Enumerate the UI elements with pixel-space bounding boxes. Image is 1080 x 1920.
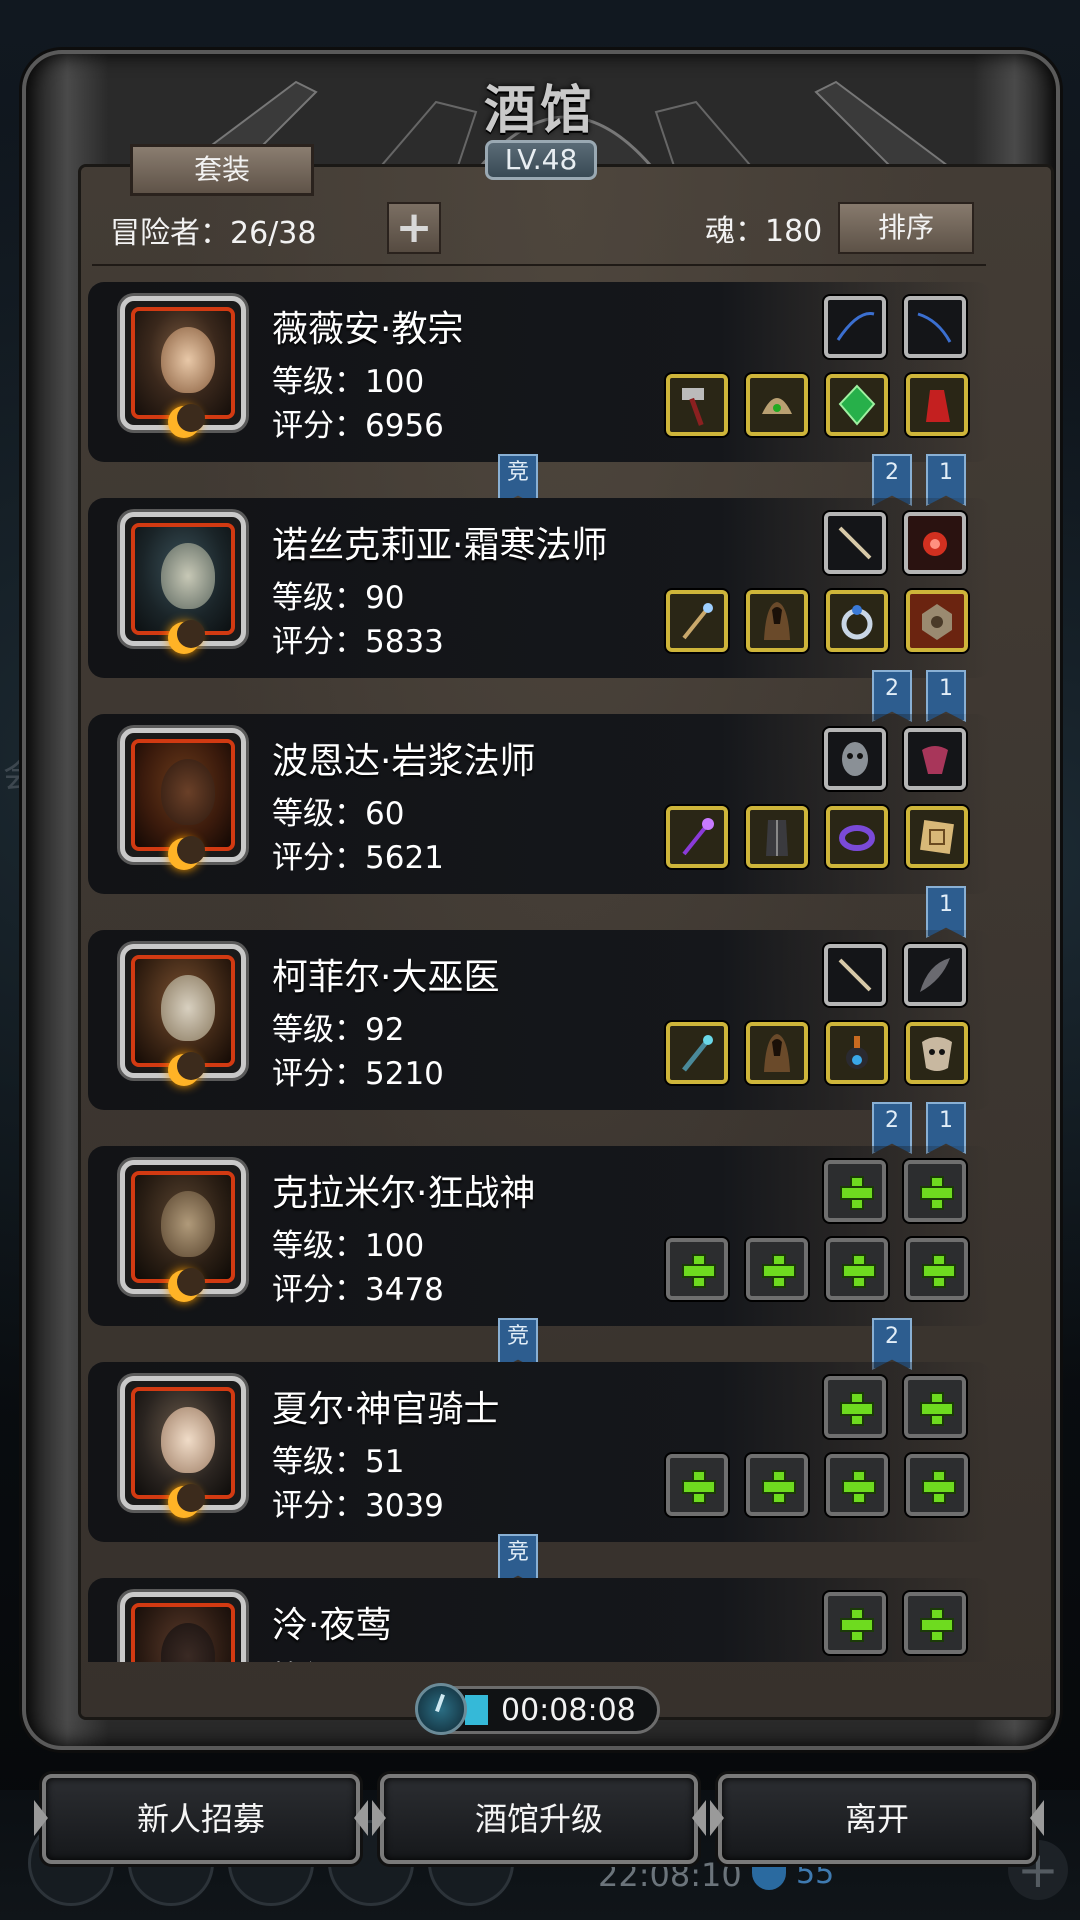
empty-slot-add-icon[interactable] bbox=[746, 1238, 808, 1300]
empty-slot-add-icon[interactable] bbox=[906, 1454, 968, 1516]
hero-list[interactable]: 薇薇安·教宗 等级：100 评分：6956 竞 2 1 诺丝克莉亚·霜寒法师 等… bbox=[88, 282, 992, 1662]
bow-icon[interactable] bbox=[824, 512, 886, 574]
hero-face-icon bbox=[161, 1407, 215, 1473]
hero-row[interactable]: 薇薇安·教宗 等级：100 评分：6956 bbox=[88, 282, 992, 462]
moon-icon bbox=[168, 836, 205, 870]
bow-icon[interactable] bbox=[824, 944, 886, 1006]
empty-slot-add-icon[interactable] bbox=[824, 1592, 886, 1654]
empty-slot-add-icon[interactable] bbox=[904, 1376, 966, 1438]
moon-icon bbox=[168, 620, 205, 654]
window-title: 酒馆 bbox=[483, 80, 596, 141]
hero-face-icon bbox=[161, 1191, 215, 1257]
hero-face-icon bbox=[161, 1623, 215, 1662]
hero-row[interactable]: 克拉米尔·狂战神 等级：100 评分：3478 bbox=[88, 1146, 992, 1326]
hero-level: 等级：92 bbox=[272, 1012, 405, 1048]
amulet-icon[interactable] bbox=[904, 728, 966, 790]
hero-score: 评分：5833 bbox=[272, 624, 444, 660]
hero-portrait[interactable] bbox=[120, 1592, 246, 1662]
timer-progress-fill bbox=[465, 1695, 488, 1725]
hero-name: 薇薇安·教宗 bbox=[272, 309, 464, 350]
hero-row[interactable]: 夏尔·神官骑士 等级：51 评分：3039 bbox=[88, 1362, 992, 1542]
helmet-icon[interactable] bbox=[746, 374, 808, 436]
empty-slot-add-icon[interactable] bbox=[824, 1376, 886, 1438]
mask-icon[interactable] bbox=[906, 1022, 968, 1084]
hero-face-icon bbox=[161, 543, 215, 609]
ring-icon[interactable] bbox=[826, 806, 888, 868]
hero-score: 评分：6956 bbox=[272, 408, 444, 444]
hero-row[interactable]: 波恩达·岩浆法师 等级：60 评分：5621 bbox=[88, 714, 992, 894]
hero-name: 泠·夜莺 bbox=[272, 1605, 392, 1646]
leave-button[interactable]: 离开 bbox=[718, 1774, 1036, 1864]
moon-icon bbox=[168, 1052, 205, 1086]
staff-icon[interactable] bbox=[666, 1022, 728, 1084]
empty-slot-add-icon[interactable] bbox=[826, 1238, 888, 1300]
hero-score: 评分：3478 bbox=[272, 1272, 444, 1308]
hero-score: 评分：5621 bbox=[272, 840, 444, 876]
moon-icon bbox=[168, 1484, 205, 1518]
hero-level: 等级：51 bbox=[272, 1444, 405, 1480]
shield-icon[interactable] bbox=[906, 590, 968, 652]
set-button[interactable]: 套装 bbox=[130, 144, 314, 196]
soul-count: 魂：180 bbox=[705, 214, 823, 249]
scroll-icon[interactable] bbox=[906, 806, 968, 868]
hero-score: 评分：5210 bbox=[272, 1056, 444, 1092]
recruit-button[interactable]: 新人招募 bbox=[42, 1774, 360, 1864]
potion-icon[interactable] bbox=[826, 1022, 888, 1084]
empty-slot-add-icon[interactable] bbox=[904, 1592, 966, 1654]
hero-row[interactable]: 柯菲尔·大巫医 等级：92 评分：5210 bbox=[88, 930, 992, 1110]
upgrade-tavern-button[interactable]: 酒馆升级 bbox=[380, 1774, 698, 1864]
hero-level: 等级：90 bbox=[272, 580, 405, 616]
bow-icon[interactable] bbox=[824, 296, 886, 358]
timer-value: 00:08:08 bbox=[501, 1693, 636, 1728]
empty-slot-add-icon[interactable] bbox=[824, 1160, 886, 1222]
moon-icon bbox=[168, 404, 205, 438]
refresh-timer: 00:08:08 bbox=[415, 1683, 660, 1735]
feather-icon[interactable] bbox=[904, 944, 966, 1006]
empty-slot-add-icon[interactable] bbox=[666, 1454, 728, 1516]
hero-level: 等级：100 bbox=[272, 364, 425, 400]
robe-icon[interactable] bbox=[746, 1022, 808, 1084]
hero-level: 等级： bbox=[272, 1652, 365, 1662]
hero-name: 诺丝克莉亚·霜寒法师 bbox=[272, 525, 608, 566]
header-divider bbox=[92, 264, 986, 266]
empty-slot-add-icon[interactable] bbox=[666, 1238, 728, 1300]
amulet-icon[interactable] bbox=[904, 512, 966, 574]
hero-face-icon bbox=[161, 975, 215, 1041]
hero-name: 夏尔·神官骑士 bbox=[272, 1389, 500, 1430]
hero-score: 评分：3039 bbox=[272, 1488, 444, 1524]
empty-slot-add-icon[interactable] bbox=[826, 1454, 888, 1516]
robe-icon[interactable] bbox=[906, 374, 968, 436]
tavern-level-badge: LV.48 bbox=[485, 140, 597, 180]
staff-icon[interactable] bbox=[666, 806, 728, 868]
add-adventurer-button[interactable]: + bbox=[387, 202, 441, 254]
empty-slot-add-icon[interactable] bbox=[746, 1454, 808, 1516]
moon-icon bbox=[168, 1268, 205, 1302]
hero-row[interactable]: 诺丝克莉亚·霜寒法师 等级：90 评分：5833 bbox=[88, 498, 992, 678]
staff-icon[interactable] bbox=[666, 590, 728, 652]
hero-name: 克拉米尔·狂战神 bbox=[272, 1173, 536, 1214]
gem-icon[interactable] bbox=[826, 374, 888, 436]
hero-name: 柯菲尔·大巫医 bbox=[272, 957, 500, 998]
ring-icon[interactable] bbox=[826, 590, 888, 652]
robe-icon[interactable] bbox=[746, 806, 808, 868]
hero-face-icon bbox=[161, 759, 215, 825]
clock-icon bbox=[415, 1683, 467, 1735]
hero-row[interactable]: 泠·夜莺 等级： bbox=[88, 1578, 992, 1662]
hero-name: 波恩达·岩浆法师 bbox=[272, 741, 536, 782]
empty-slot-add-icon[interactable] bbox=[904, 1160, 966, 1222]
adventurer-count: 冒险者：26/38 bbox=[110, 216, 317, 251]
bow-icon[interactable] bbox=[904, 296, 966, 358]
hero-level: 等级：100 bbox=[272, 1228, 425, 1264]
sort-button[interactable]: 排序 bbox=[838, 202, 974, 254]
hero-face-icon bbox=[161, 327, 215, 393]
hammer-icon[interactable] bbox=[666, 374, 728, 436]
robe-icon[interactable] bbox=[746, 590, 808, 652]
mask-icon[interactable] bbox=[824, 728, 886, 790]
empty-slot-add-icon[interactable] bbox=[906, 1238, 968, 1300]
hero-level: 等级：60 bbox=[272, 796, 405, 832]
